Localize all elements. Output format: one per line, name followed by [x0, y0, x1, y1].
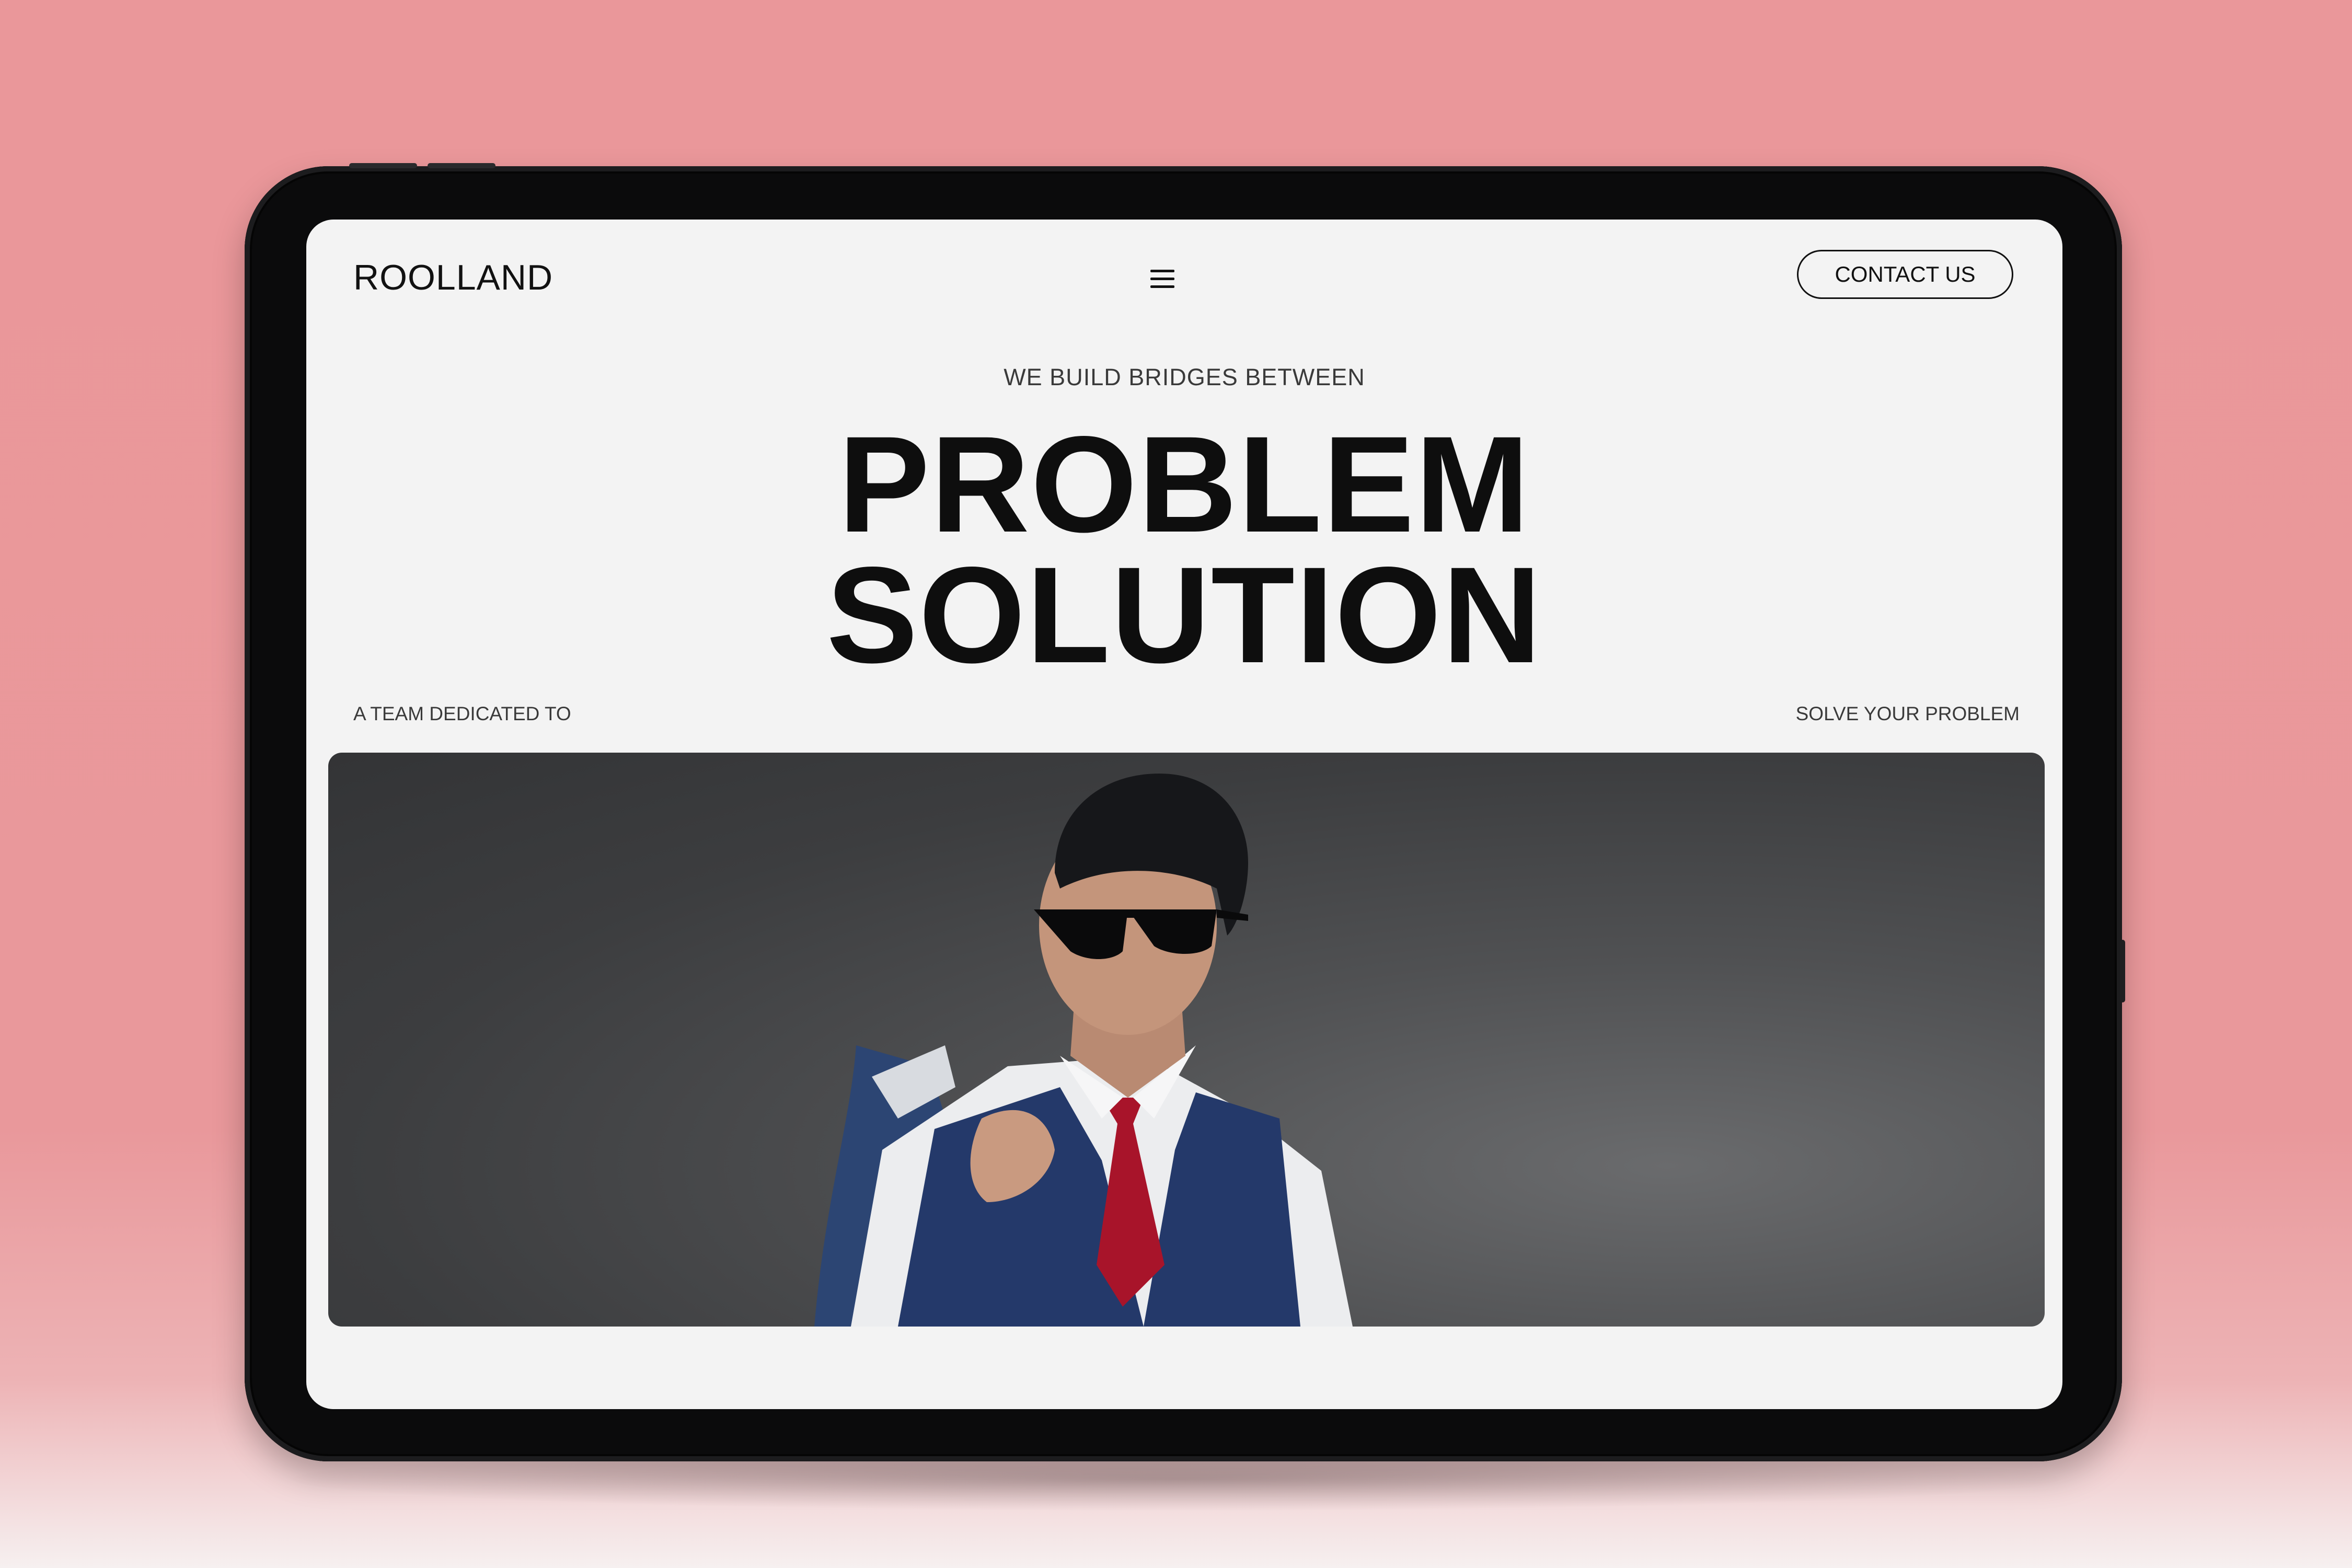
tablet-top-button — [349, 163, 417, 168]
model-in-suit-illustration — [814, 774, 1353, 1327]
hero-tagline-right: SOLVE YOUR PROBLEM — [1795, 703, 2020, 724]
hero-headline-line-1: PROBLEM — [838, 408, 1530, 561]
hero-photo — [328, 753, 2045, 1327]
tablet-top-button — [428, 163, 495, 168]
contact-us-button[interactable]: CONTACT US — [1797, 250, 2013, 299]
hamburger-menu-icon[interactable] — [1148, 268, 1178, 291]
brand-logo[interactable]: ROOLLAND — [353, 257, 553, 298]
tablet-screen: ROOLLAND CONTACT US WE BUILD BRIDGES BET… — [306, 220, 2062, 1409]
hero-tagline-left: A TEAM DEDICATED TO — [353, 703, 571, 724]
tablet-device: ROOLLAND CONTACT US WE BUILD BRIDGES BET… — [245, 163, 2125, 1461]
tablet-side-button — [2120, 940, 2125, 1002]
hero-eyebrow: WE BUILD BRIDGES BETWEEN — [1004, 364, 1365, 390]
hero-headline-line-2: SOLUTION — [826, 538, 1542, 691]
